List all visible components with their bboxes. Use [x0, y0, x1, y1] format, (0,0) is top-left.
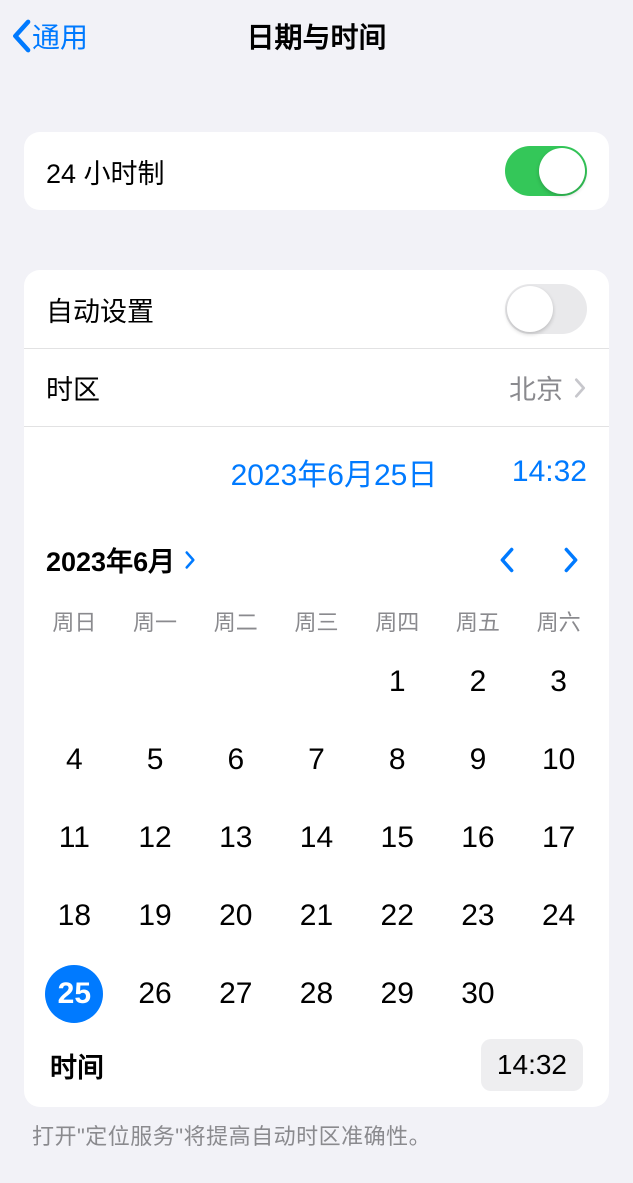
calendar-day[interactable]: 19	[115, 877, 196, 955]
calendar-day[interactable]: 8	[357, 721, 438, 799]
calendar-weekdays: 周日周一周二周三周四周五周六	[34, 605, 599, 637]
row-time: 时间 14:32	[34, 1039, 599, 1091]
calendar-empty-cell	[195, 643, 276, 721]
back-label: 通用	[32, 16, 88, 56]
calendar-day[interactable]: 30	[438, 955, 519, 1033]
calendar-day[interactable]: 26	[115, 955, 196, 1033]
calendar-day[interactable]: 15	[357, 799, 438, 877]
calendar-day[interactable]: 2	[438, 643, 519, 721]
selected-time[interactable]: 14:32	[512, 455, 587, 489]
calendar-empty-cell	[276, 643, 357, 721]
calendar-day[interactable]: 10	[518, 721, 599, 799]
calendar-day[interactable]: 5	[115, 721, 196, 799]
calendar-day[interactable]: 22	[357, 877, 438, 955]
calendar-day[interactable]: 14	[276, 799, 357, 877]
value-timezone: 北京	[509, 368, 563, 407]
time-picker[interactable]: 14:32	[481, 1039, 583, 1091]
calendar-day[interactable]: 18	[34, 877, 115, 955]
calendar-prev-button[interactable]	[497, 546, 517, 574]
calendar-next-button[interactable]	[561, 546, 581, 574]
calendar-day[interactable]: 11	[34, 799, 115, 877]
chevron-left-icon	[10, 19, 32, 53]
label-timezone: 时区	[46, 368, 100, 407]
calendar-day[interactable]: 4	[34, 721, 115, 799]
calendar-day[interactable]: 16	[438, 799, 519, 877]
calendar-day[interactable]: 23	[438, 877, 519, 955]
calendar-day[interactable]: 9	[438, 721, 519, 799]
row-timezone[interactable]: 时区 北京	[24, 348, 609, 426]
calendar-day[interactable]: 13	[195, 799, 276, 877]
nav-bar: 通用 日期与时间	[0, 0, 633, 72]
weekday-label: 周日	[34, 605, 115, 637]
weekday-label: 周六	[518, 605, 599, 637]
calendar-day[interactable]: 3	[518, 643, 599, 721]
weekday-label: 周二	[195, 605, 276, 637]
calendar-day[interactable]: 29	[357, 955, 438, 1033]
calendar-day[interactable]: 28	[276, 955, 357, 1033]
calendar-day[interactable]: 12	[115, 799, 196, 877]
weekday-label: 周四	[357, 605, 438, 637]
label-auto-set: 自动设置	[46, 290, 154, 329]
back-button[interactable]: 通用	[10, 16, 88, 56]
weekday-label: 周三	[276, 605, 357, 637]
calendar-day[interactable]: 20	[195, 877, 276, 955]
calendar-day[interactable]: 24	[518, 877, 599, 955]
calendar-day[interactable]: 17	[518, 799, 599, 877]
calendar-day[interactable]: 25	[34, 955, 115, 1033]
switch-24h[interactable]	[505, 146, 587, 196]
calendar-day[interactable]: 21	[276, 877, 357, 955]
calendar-month-label: 2023年6月	[46, 540, 175, 579]
group-display: 24 小时制	[24, 132, 609, 210]
selected-date[interactable]: 2023年6月25日	[46, 450, 512, 494]
label-24h: 24 小时制	[46, 152, 165, 191]
calendar-month-picker[interactable]: 2023年6月	[46, 540, 197, 579]
calendar-empty-cell	[34, 643, 115, 721]
calendar-day[interactable]: 6	[195, 721, 276, 799]
switch-auto-set[interactable]	[505, 284, 587, 334]
weekday-label: 周一	[115, 605, 196, 637]
calendar-day[interactable]: 27	[195, 955, 276, 1033]
weekday-label: 周五	[438, 605, 519, 637]
label-time: 时间	[50, 1046, 104, 1085]
group-datetime: 自动设置 时区 北京 2023年6月25日 14:32 2023年6月	[24, 270, 609, 1107]
chevron-right-icon	[573, 377, 587, 399]
calendar-day[interactable]: 1	[357, 643, 438, 721]
footer-hint: 打开"定位服务"将提高自动时区准确性。	[32, 1119, 601, 1151]
calendar-grid: 1234567891011121314151617181920212223242…	[34, 643, 599, 1033]
calendar: 2023年6月 周日周一周二周三周四周五周六 12345678910111213…	[24, 516, 609, 1107]
calendar-day[interactable]: 7	[276, 721, 357, 799]
row-selected-datetime: 2023年6月25日 14:32	[24, 426, 609, 516]
page-title: 日期与时间	[246, 16, 386, 56]
chevron-right-small-icon	[183, 550, 197, 570]
calendar-empty-cell	[115, 643, 196, 721]
row-24h: 24 小时制	[24, 132, 609, 210]
row-auto-set: 自动设置	[24, 270, 609, 348]
